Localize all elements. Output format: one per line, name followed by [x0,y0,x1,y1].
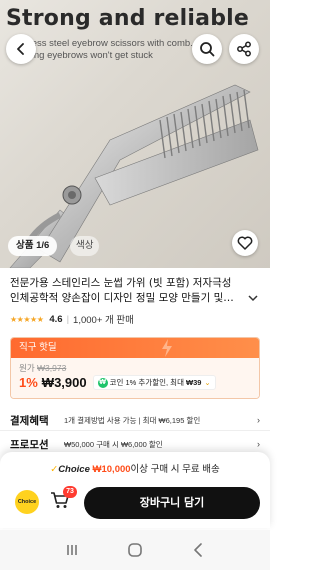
original-price: ₩3,973 [37,363,67,373]
free-shipping-banner: ✓Choice ₩10,000이상 구매 시 무료 배송 [0,461,270,475]
payment-benefit-text: 1개 결제방법 사용 가능 | 최대 ₩6,195 할인 [64,415,201,425]
divider [0,430,270,431]
divider: | [66,313,70,325]
deal-card[interactable]: 직구 핫딜 원가 ₩3,973 1% ₩3,900 ₩ 코인 1% 추가할인, … [10,337,260,399]
coin-text: 코인 1% 추가할인, 최대 [109,378,184,387]
chevron-right-icon: › [257,439,260,449]
check-icon: ✓ [50,464,59,475]
search-icon [200,42,215,57]
free-shipping-amount: ₩10,000 [92,464,131,475]
home-icon [128,543,142,557]
coin-discount-pill[interactable]: ₩ 코인 1% 추가할인, 최대 ₩39 ⌄ [92,375,216,390]
product-title-line1: 전문가용 스테인리스 눈썹 가위 (빗 포함) 저자극성 [10,277,232,289]
recents-icon [66,545,77,555]
back-icon [17,43,24,55]
choice-badge[interactable]: Choice [15,490,39,514]
share-icon [237,41,251,57]
deal-body: 원가 ₩3,973 1% ₩3,900 ₩ 코인 1% 추가할인, 최대 ₩39… [11,358,259,398]
promotion-row[interactable]: 프로모션 ₩50,000 구매 시 ₩6,000 할인 › [10,436,260,452]
heart-icon [237,236,253,250]
original-price-label: 원가 [19,363,35,373]
wishlist-button[interactable] [232,230,258,256]
share-button[interactable] [229,34,259,64]
system-back-button[interactable] [186,538,210,562]
coin-icon: ₩ [97,377,108,388]
rating-row[interactable]: ★★★★★ 4.6 | 1,000+ 개 판매 [10,312,134,327]
back-button[interactable] [6,34,36,64]
sold-count: 1,000+ 개 판매 [73,315,134,326]
promotion-text: ₩50,000 구매 시 ₩6,000 할인 [64,439,163,449]
recents-button[interactable] [60,538,84,562]
price-row: 1% ₩3,900 ₩ 코인 1% 추가할인, 최대 ₩39 ⌄ [19,375,251,390]
hero-title: Strong and reliable [6,6,250,31]
original-price-row: 원가 ₩3,973 [19,362,251,373]
payment-benefit-row[interactable]: 결제혜택 1개 결제방법 사용 가능 | 최대 ₩6,195 할인 › [10,412,260,428]
system-nav-bar [0,530,270,570]
promotion-label: 프로모션 [10,438,49,451]
discount-rate: 1% [19,375,38,390]
coin-amount: ₩39 [185,378,202,387]
home-button[interactable] [123,538,147,562]
chevron-down-icon: ⌄ [204,378,211,387]
nav-back-icon [194,543,203,557]
sale-price: ₩3,900 [41,375,87,390]
lightning-icon [162,339,172,357]
chevron-right-icon: › [257,415,260,425]
deal-header: 직구 핫딜 [11,338,259,358]
deal-header-label: 직구 핫딜 [19,342,57,353]
bottom-action-sheet: ✓Choice ₩10,000이상 구매 시 무료 배송 Choice 73 장… [0,452,270,528]
product-title-line2: 인체공학적 양손잡이 디자인 정밀 모양 만들기 및… [10,292,234,304]
add-to-cart-button[interactable]: 장바구니 담기 [84,487,260,519]
cart-count-badge: 73 [63,486,77,498]
tab-color[interactable]: 색상 [70,236,100,256]
product-image-gallery[interactable]: Strong and reliable Stainless steel eyeb… [0,0,270,268]
hero-subtitle: Stainless steel eyebrow scissors with co… [8,38,193,61]
free-shipping-text: 이상 구매 시 무료 배송 [130,464,220,475]
image-counter: 상품 1/6 [8,236,58,256]
rating-value: 4.6 [49,313,63,325]
rating-stars: ★★★★★ [10,314,44,324]
payment-benefit-label: 결제혜택 [10,414,49,427]
product-title[interactable]: 전문가용 스테인리스 눈썹 가위 (빗 포함) 저자극성 인체공학적 양손잡이 … [10,276,258,306]
chevron-down-icon[interactable] [248,294,258,302]
choice-label: Choice [58,464,90,475]
search-button[interactable] [192,34,222,64]
